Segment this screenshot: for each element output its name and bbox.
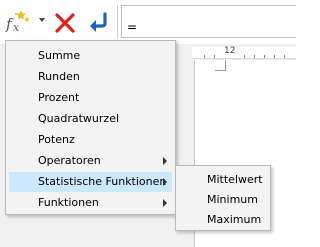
statistics-submenu: Mittelwert Minimum Maximum [175,165,271,231]
submenu-item-label: Maximum [207,213,262,226]
menu-item-runden[interactable]: Runden [6,67,175,87]
menu-item-label: Operatoren [38,154,101,167]
menu-item-label: Funktionen [38,196,99,209]
page-margin-corner [215,70,225,71]
menu-item-label: Potenz [38,133,75,146]
submenu-item-mittelwert[interactable]: Mittelwert [176,170,270,190]
menu-item-label: Statistische Funktionen [38,175,167,188]
ruler-tick [264,55,265,58]
submenu-item-minimum[interactable]: Minimum [176,190,270,210]
ruler-tick [284,55,285,58]
page-margin-corner [225,60,226,71]
menu-item-summe[interactable]: Summe [6,46,175,66]
formula-toolbar: f x [0,0,296,44]
ruler-label: 12 [224,46,236,56]
submenu-item-label: Minimum [207,193,258,206]
formula-menu: Summe Runden Prozent Quadratwurzel Poten… [5,40,176,215]
menu-item-potenz[interactable]: Potenz [6,130,175,150]
function-fx-icon[interactable]: f x [4,8,34,36]
menu-item-statistische-funktionen[interactable]: Statistische Funktionen [9,172,172,192]
formula-input[interactable] [121,5,296,38]
menu-item-label: Runden [38,70,80,83]
submenu-item-maximum[interactable]: Maximum [176,210,270,230]
menu-item-quadratwurzel[interactable]: Quadratwurzel [6,109,175,129]
menu-item-label: Summe [38,49,81,62]
ruler-tick [244,55,245,58]
ruler-tick [274,55,275,58]
ruler-tick [204,55,205,58]
submenu-item-label: Mittelwert [207,173,263,186]
cancel-x-icon[interactable] [53,8,77,36]
svg-text:x: x [13,21,20,34]
chevron-down-icon[interactable] [39,18,45,22]
submenu-arrow-icon [163,178,167,186]
menu-item-operatoren[interactable]: Operatoren [6,151,175,171]
menu-item-label: Prozent [38,91,80,104]
menu-item-prozent[interactable]: Prozent [6,88,175,108]
accept-return-icon[interactable] [86,8,110,36]
submenu-arrow-icon [163,157,167,165]
menu-item-funktionen[interactable]: Funktionen [6,193,175,213]
submenu-arrow-icon [163,199,167,207]
ruler-tick [254,55,255,58]
menu-item-label: Quadratwurzel [38,112,120,125]
horizontal-ruler: 12 [192,46,296,59]
toolbar-separator [117,5,118,39]
ruler-tick [214,55,215,58]
